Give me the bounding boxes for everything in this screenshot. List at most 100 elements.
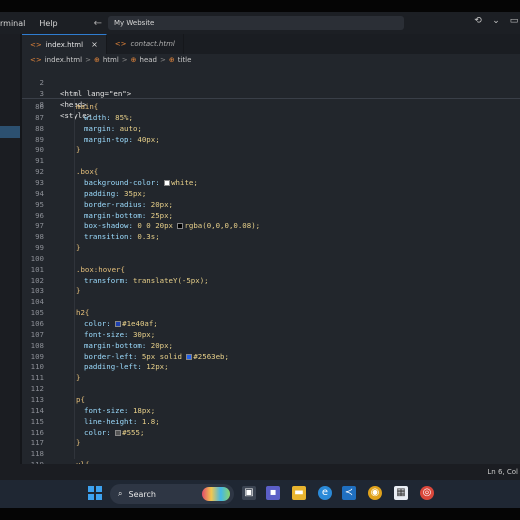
code-line[interactable]: 101 .box:hover{ xyxy=(22,264,520,275)
back-arrow-icon[interactable]: ← xyxy=(94,18,102,29)
code-token-val: #2563eb; xyxy=(193,351,229,361)
line-number: 89 xyxy=(35,134,44,144)
code-line[interactable]: 97 box-shadow: 0 0 20px rgba(0,0,0,0.08); xyxy=(22,220,520,231)
windows-start-icon[interactable] xyxy=(88,486,102,500)
code-line[interactable]: 106 color: #1e40af; xyxy=(22,318,520,329)
line-number: 104 xyxy=(30,297,44,307)
line-number: 93 xyxy=(35,177,44,187)
code-token-val: 12px; xyxy=(146,362,169,372)
code-line[interactable]: 89 margin-top: 40px; xyxy=(22,134,520,145)
code-line[interactable]: 108 margin-bottom: 20px; xyxy=(22,340,520,351)
tab-label: contact.html xyxy=(130,40,175,48)
code-token-prop: border-radius: xyxy=(84,199,151,209)
edge-icon[interactable]: e xyxy=(318,486,332,500)
code-token-val: white; xyxy=(171,177,198,187)
element-icon: ⊕ xyxy=(168,56,175,64)
color-swatch-icon[interactable] xyxy=(115,429,122,436)
store-icon[interactable]: ▦ xyxy=(394,486,408,500)
code-editor[interactable]: 2 <html lang="en"> 3 <head> 8 <style> 86… xyxy=(22,66,520,469)
layout-icon[interactable]: ▭ xyxy=(508,15,520,27)
code-line[interactable]: 99} xyxy=(22,242,520,253)
code-line[interactable]: 112 xyxy=(22,383,520,394)
code-token-brace: } xyxy=(76,286,81,296)
code-line[interactable]: 115 line-height: 1.8; xyxy=(22,416,520,427)
tab-contact-html[interactable]: <> contact.html xyxy=(107,34,184,54)
code-line[interactable]: 87 width: 85%; xyxy=(22,112,520,123)
code-line[interactable]: 113 p{ xyxy=(22,394,520,405)
code-line[interactable]: 102 transform: translateY(-5px); xyxy=(22,275,520,286)
code-line[interactable]: 98 transition: 0.3s; xyxy=(22,231,520,242)
code-text: .box{ xyxy=(76,166,98,177)
cursor-position[interactable]: Ln 6, Col xyxy=(487,468,518,476)
file-explorer-icon[interactable]: ▬ xyxy=(292,486,306,500)
code-line[interactable]: 86 main{ xyxy=(22,101,520,112)
chevron-down-icon[interactable]: ⌄ xyxy=(490,15,502,27)
tab-label: index.html xyxy=(45,40,84,49)
code-token-brace: } xyxy=(76,243,81,253)
sticky-line[interactable]: 3 <head> xyxy=(22,77,520,109)
code-text: margin-bottom: 20px; xyxy=(84,340,173,351)
code-line[interactable]: 109 border-left: 5px solid #2563eb; xyxy=(22,351,520,362)
browser-icon[interactable]: ◎ xyxy=(420,486,434,500)
search-label: Search xyxy=(128,489,156,499)
color-swatch-icon[interactable] xyxy=(164,179,171,186)
code-line[interactable]: 103} xyxy=(22,285,520,296)
breadcrumb-item[interactable]: head xyxy=(140,56,157,64)
copilot-icon[interactable]: ⟲ xyxy=(472,15,484,27)
code-line[interactable]: 104 xyxy=(22,296,520,307)
color-swatch-icon[interactable] xyxy=(115,321,122,327)
code-line[interactable]: 105 h2{ xyxy=(22,307,520,318)
code-line[interactable]: 116 color: #555; xyxy=(22,427,520,438)
line-number: 111 xyxy=(30,373,44,383)
code-line[interactable]: 118 xyxy=(22,448,520,459)
code-text: padding: 35px; xyxy=(84,188,146,199)
code-line[interactable]: 107 font-size: 30px; xyxy=(22,329,520,340)
code-token-val: 20px; xyxy=(150,199,173,209)
code-line[interactable]: 114 font-size: 18px; xyxy=(22,405,520,416)
code-line[interactable]: 90} xyxy=(22,144,520,155)
chrome-icon[interactable]: ◉ xyxy=(368,486,382,500)
code-token-val: 30px; xyxy=(132,329,156,339)
code-text: h2{ xyxy=(76,307,89,318)
code-line[interactable]: 92 .box{ xyxy=(22,166,520,177)
breadcrumb-separator: > xyxy=(121,56,128,64)
sticky-line[interactable]: 8 <style> xyxy=(22,88,520,120)
code-line[interactable]: 117} xyxy=(22,437,520,448)
code-line[interactable]: 88 margin: auto; xyxy=(22,123,520,134)
element-icon: ⊕ xyxy=(93,56,100,64)
tab-index-html[interactable]: <> index.html × xyxy=(22,34,107,54)
vscode-icon[interactable]: ≺ xyxy=(342,486,356,500)
code-token-prop: font-size: xyxy=(84,329,133,339)
line-number: 90 xyxy=(35,145,44,155)
code-text: } xyxy=(76,144,80,155)
breadcrumb-item[interactable]: index.html xyxy=(45,56,82,64)
code-token-val: 85%; xyxy=(115,112,133,122)
teams-icon[interactable]: ▪ xyxy=(266,486,280,500)
code-line[interactable]: 111} xyxy=(22,372,520,383)
code-line[interactable]: 95 border-radius: 20px; xyxy=(22,199,520,210)
breadcrumb: <> index.html > ⊕ html > ⊕ head > ⊕ titl… xyxy=(22,54,520,66)
color-swatch-icon[interactable] xyxy=(177,223,184,230)
close-icon[interactable]: × xyxy=(91,40,98,49)
command-center[interactable]: My Website xyxy=(108,16,404,30)
code-text: line-height: 1.8; xyxy=(84,416,160,427)
code-token-val: #1e40af; xyxy=(122,319,158,328)
color-swatch-icon[interactable] xyxy=(186,353,193,360)
breadcrumb-item[interactable]: html xyxy=(103,56,119,64)
code-line[interactable]: 91 xyxy=(22,155,520,166)
code-line[interactable]: 96 margin-bottom: 25px; xyxy=(22,210,520,221)
taskbar-search[interactable]: ⌕ Search xyxy=(110,484,234,504)
html-file-icon: <> xyxy=(30,40,42,49)
line-number: 91 xyxy=(35,156,44,166)
search-highlight-icon xyxy=(202,487,230,501)
task-view-icon[interactable]: ▣ xyxy=(242,486,256,500)
line-number: 117 xyxy=(30,438,44,448)
breadcrumb-item[interactable]: title xyxy=(178,56,192,64)
sticky-line[interactable]: 2 <html lang="en"> xyxy=(22,66,520,98)
code-line[interactable]: 100 xyxy=(22,253,520,264)
code-line[interactable]: 110 padding-left: 12px; xyxy=(22,361,520,372)
code-line[interactable]: 94 padding: 35px; xyxy=(22,188,520,199)
code-line[interactable]: 93 background-color: white; xyxy=(22,177,520,188)
menu-help[interactable]: Help xyxy=(39,19,63,28)
menu-terminal[interactable]: rminal xyxy=(0,19,31,28)
